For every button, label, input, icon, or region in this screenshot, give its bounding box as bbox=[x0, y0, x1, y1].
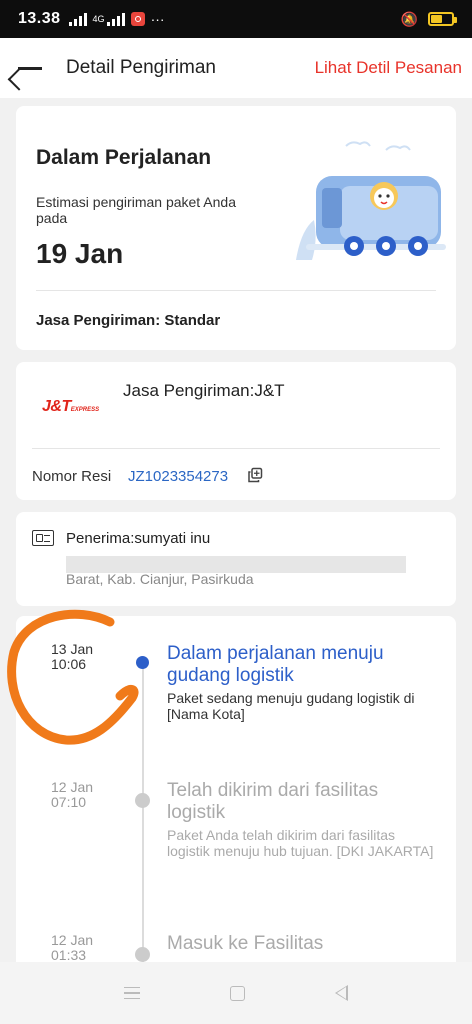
notification-app-icon bbox=[130, 12, 145, 26]
top-app-bar: Detail Pengiriman Lihat Detil Pesanan bbox=[0, 38, 472, 98]
timeline-dot bbox=[135, 793, 150, 808]
shipping-service: Jasa Pengiriman: Standar bbox=[36, 312, 221, 329]
recent-apps-icon[interactable] bbox=[124, 987, 140, 999]
system-navigation-bar bbox=[0, 962, 472, 1024]
signal-icon bbox=[68, 12, 87, 26]
signal-icon-2 bbox=[106, 12, 125, 26]
jnt-logo: J&TEXPRESS bbox=[42, 398, 99, 416]
timeline-timestamp: 13 Jan 10:06 bbox=[51, 642, 93, 672]
timeline-timestamp: 12 Jan 07:10 bbox=[51, 780, 93, 810]
timeline-time: 10:06 bbox=[51, 656, 87, 672]
timeline-date: 13 Jan bbox=[51, 641, 94, 657]
timeline-timestamp: 12 Jan 01:33 bbox=[51, 933, 93, 963]
tracking-number-label: Nomor Resi bbox=[32, 468, 112, 485]
courier-card: J&TEXPRESS Jasa Pengiriman:J&T Nomor Res… bbox=[16, 362, 456, 500]
timeline-title: Masuk ke Fasilitas bbox=[167, 933, 324, 954]
battery-icon bbox=[428, 12, 457, 26]
clock: 13.38 bbox=[18, 10, 61, 27]
jnt-logo-text: J&T bbox=[42, 398, 71, 415]
timeline-line bbox=[142, 666, 144, 976]
back-triangle-icon[interactable] bbox=[335, 985, 348, 1001]
timeline-date: 12 Jan bbox=[51, 779, 94, 795]
delivery-truck-illustration bbox=[296, 141, 446, 260]
status-bar: 13.38 4G ··· 🔕 bbox=[0, 0, 472, 38]
jnt-logo-subtext: EXPRESS bbox=[70, 407, 100, 413]
divider bbox=[32, 448, 440, 449]
timeline-dot-active bbox=[136, 656, 149, 669]
id-card-icon bbox=[32, 530, 54, 546]
timeline-title: Telah dikirim dari fasilitas logistik bbox=[167, 780, 379, 823]
receiver-address: Barat, Kab. Cianjur, Pasirkuda bbox=[66, 571, 254, 587]
page-title: Detail Pengiriman bbox=[66, 57, 216, 78]
timeline-description: Paket Anda telah dikirim dari fasilitas … bbox=[167, 827, 434, 859]
order-detail-link[interactable]: Lihat Detil Pesanan bbox=[315, 58, 462, 78]
back-arrow-icon[interactable] bbox=[16, 56, 46, 80]
network-type: 4G bbox=[92, 13, 105, 24]
divider bbox=[36, 290, 436, 291]
estimate-date: 19 Jan bbox=[36, 238, 124, 269]
timeline-description: Paket sedang menuju gudang logistik di [… bbox=[167, 690, 415, 722]
tracking-timeline: 13 Jan 10:06 Dalam perjalanan menuju gud… bbox=[16, 616, 456, 976]
receiver-name: Penerima:sumyati inu bbox=[66, 530, 211, 547]
tracking-number[interactable]: JZ1023354273 bbox=[128, 468, 228, 485]
timeline-time: 07:10 bbox=[51, 794, 87, 810]
timeline-time: 01:33 bbox=[51, 947, 87, 963]
courier-name: Jasa Pengiriman:J&T bbox=[123, 381, 285, 400]
timeline-dot bbox=[135, 947, 150, 962]
copy-icon[interactable] bbox=[247, 467, 263, 483]
estimate-label: Estimasi pengiriman paket Anda pada bbox=[36, 194, 236, 226]
shipment-status: Dalam Perjalanan bbox=[36, 146, 212, 169]
home-icon[interactable] bbox=[230, 985, 245, 1001]
receiver-card: Penerima:sumyati inu Barat, Kab. Cianjur… bbox=[16, 512, 456, 606]
more-notifications-icon: ··· bbox=[150, 11, 165, 27]
timeline-title: Dalam perjalanan menuju gudang logistik bbox=[167, 643, 384, 686]
shipment-status-card: Dalam Perjalanan Estimasi pengiriman pak… bbox=[16, 106, 456, 350]
timeline-date: 12 Jan bbox=[51, 932, 94, 948]
vibrate-mute-icon: 🔕 bbox=[400, 10, 418, 27]
